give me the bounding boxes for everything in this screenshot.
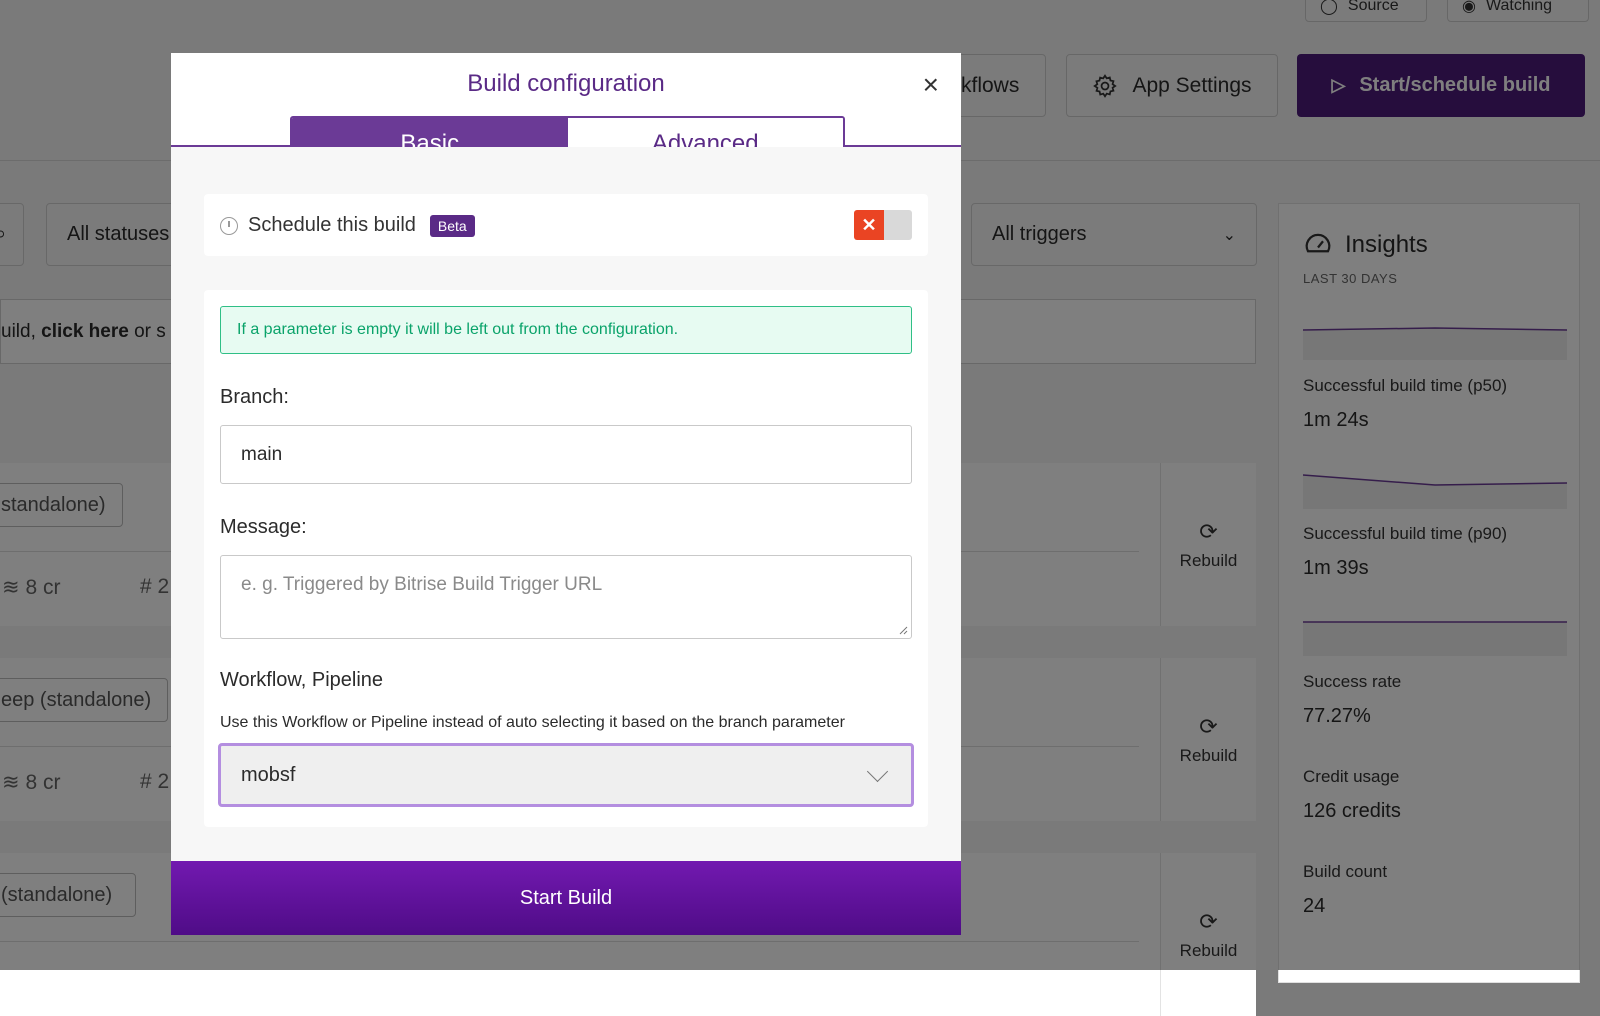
- schedule-label: Schedule this build: [248, 214, 416, 236]
- parameters-card: If a parameter is empty it will be left …: [204, 290, 928, 827]
- schedule-row: Schedule this build Beta: [220, 214, 475, 237]
- beta-badge: Beta: [429, 214, 475, 237]
- workflow-selected-value: mobsf: [241, 763, 296, 786]
- modal-title: Build configuration: [467, 70, 665, 97]
- close-icon[interactable]: ×: [923, 69, 939, 101]
- resize-handle-icon[interactable]: [898, 625, 908, 635]
- message-label: Message:: [220, 516, 307, 538]
- toggle-knob: [884, 210, 912, 240]
- empty-parameter-notice: If a parameter is empty it will be left …: [220, 306, 912, 354]
- schedule-card: Schedule this build Beta ✕: [204, 194, 928, 256]
- chevron-down-icon: [866, 760, 889, 782]
- branch-label: Branch:: [220, 386, 289, 408]
- close-icon: ✕: [854, 210, 884, 240]
- workflow-help-text: Use this Workflow or Pipeline instead of…: [220, 714, 845, 731]
- build-configuration-modal: Build configuration × Basic Advanced Sch…: [171, 53, 961, 935]
- message-textarea[interactable]: e. g. Triggered by Bitrise Build Trigger…: [220, 555, 912, 639]
- workflow-select[interactable]: mobsf: [218, 743, 914, 807]
- branch-value: main: [241, 443, 283, 465]
- workflow-label: Workflow, Pipeline: [220, 669, 384, 691]
- start-build-button[interactable]: Start Build: [171, 861, 961, 935]
- branch-input[interactable]: main: [220, 425, 912, 484]
- schedule-toggle[interactable]: ✕: [854, 210, 912, 240]
- clock-icon: [220, 216, 238, 235]
- message-placeholder: e. g. Triggered by Bitrise Build Trigger…: [241, 574, 603, 595]
- modal-body: Schedule this build Beta ✕ If a paramete…: [171, 147, 961, 915]
